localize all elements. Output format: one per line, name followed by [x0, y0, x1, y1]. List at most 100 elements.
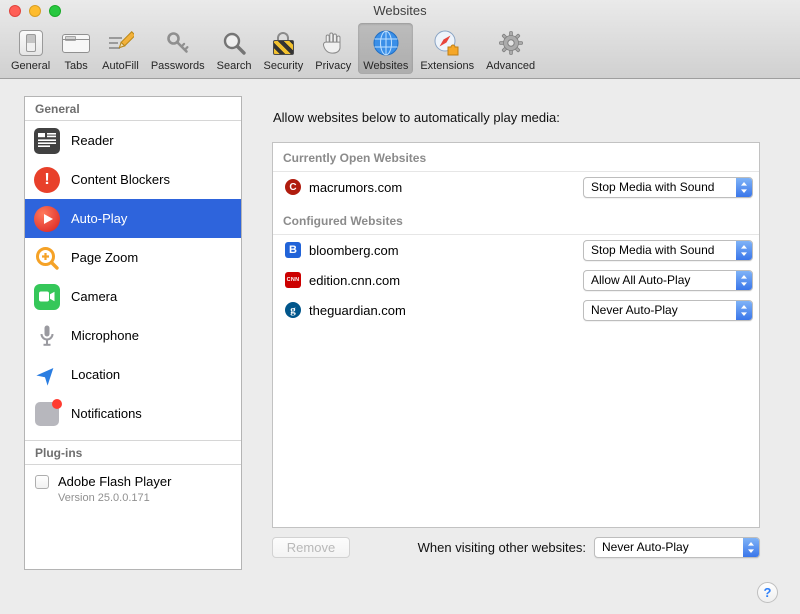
camera-icon [33, 283, 61, 311]
tabs-icon [62, 26, 90, 60]
sidebar-item-label: Page Zoom [71, 250, 138, 265]
other-websites-dropdown[interactable]: Never Auto-Play [594, 537, 760, 558]
notifications-icon [33, 400, 61, 428]
remove-button[interactable]: Remove [272, 537, 350, 558]
dropdown-value: Stop Media with Sound [584, 243, 736, 257]
group-header-configured: Configured Websites [273, 206, 759, 235]
toolbar-label: Extensions [420, 60, 474, 72]
autoplay-policy-dropdown-cnn[interactable]: Allow All Auto-Play [583, 270, 753, 291]
search-icon [221, 26, 247, 60]
group-header-current: Currently Open Websites [273, 143, 759, 172]
minimize-button[interactable] [29, 5, 41, 17]
toolbar-item-search[interactable]: Search [212, 23, 257, 74]
sidebar-item-label: Notifications [71, 406, 142, 421]
website-name: edition.cnn.com [309, 273, 583, 288]
guardian-favicon: g [285, 302, 301, 318]
sidebar-item-label: Reader [71, 133, 114, 148]
toolbar-item-advanced[interactable]: Advanced [481, 23, 540, 74]
plugin-row-adobe-flash: Adobe Flash Player Version 25.0.0.171 [25, 465, 241, 513]
website-row-cnn: CNN edition.cnn.com Allow All Auto-Play [273, 265, 759, 295]
macrumors-favicon: C [285, 179, 301, 195]
sidebar-item-notifications[interactable]: Notifications [25, 394, 241, 433]
toolbar-item-tabs[interactable]: Tabs [57, 23, 95, 74]
autofill-icon [106, 26, 134, 60]
sidebar-item-auto-play[interactable]: Auto-Play [25, 199, 241, 238]
dropdown-arrows-icon [736, 271, 752, 290]
extensions-icon [433, 26, 461, 60]
dropdown-arrows-icon [736, 241, 752, 260]
dropdown-arrows-icon [736, 178, 752, 197]
toolbar-item-privacy[interactable]: Privacy [310, 23, 356, 74]
toolbar-label: Websites [363, 60, 408, 72]
autoplay-policy-dropdown-bloomberg[interactable]: Stop Media with Sound [583, 240, 753, 261]
toolbar-item-general[interactable]: General [6, 23, 55, 74]
sidebar-item-label: Auto-Play [71, 211, 127, 226]
page-zoom-icon [33, 244, 61, 272]
content-blockers-icon: ! [33, 166, 61, 194]
bloomberg-favicon: B [285, 242, 301, 258]
website-name: bloomberg.com [309, 243, 583, 258]
sidebar-item-content-blockers[interactable]: ! Content Blockers [25, 160, 241, 199]
dropdown-value: Allow All Auto-Play [584, 273, 736, 287]
toolbar-label: Advanced [486, 60, 535, 72]
autoplay-policy-dropdown-guardian[interactable]: Never Auto-Play [583, 300, 753, 321]
dropdown-value: Never Auto-Play [595, 540, 743, 554]
sidebar-section-general: General [25, 97, 241, 121]
toolbar-item-passwords[interactable]: Passwords [146, 23, 210, 74]
passwords-icon [165, 26, 191, 60]
other-websites-label: When visiting other websites: [418, 540, 586, 555]
titlebar: Websites [0, 0, 800, 22]
website-name: theguardian.com [309, 303, 583, 318]
sidebar-item-page-zoom[interactable]: Page Zoom [25, 238, 241, 277]
microphone-icon [33, 322, 61, 350]
toolbar-item-security[interactable]: Security [258, 23, 308, 74]
sidebar-item-label: Content Blockers [71, 172, 170, 187]
sidebar-item-label: Location [71, 367, 120, 382]
website-row-bloomberg: B bloomberg.com Stop Media with Sound [273, 235, 759, 265]
toolbar-item-autofill[interactable]: AutoFill [97, 23, 144, 74]
window-title: Websites [0, 0, 800, 22]
toolbar-item-websites[interactable]: Websites [358, 23, 413, 74]
toolbar-label: Search [217, 60, 252, 72]
close-button[interactable] [9, 5, 21, 17]
panel-description: Allow websites below to automatically pl… [273, 110, 560, 125]
auto-play-icon [33, 205, 61, 233]
plugin-name: Adobe Flash Player [58, 474, 171, 489]
website-row-guardian: g theguardian.com Never Auto-Play [273, 295, 759, 325]
toolbar-item-extensions[interactable]: Extensions [415, 23, 479, 74]
toolbar-label: General [11, 60, 50, 72]
dropdown-value: Never Auto-Play [584, 303, 736, 317]
zoom-button[interactable] [49, 5, 61, 17]
sidebar-item-label: Camera [71, 289, 117, 304]
dropdown-value: Stop Media with Sound [584, 180, 736, 194]
sidebar-item-location[interactable]: Location [25, 355, 241, 394]
plugin-info: Adobe Flash Player Version 25.0.0.171 [58, 474, 171, 504]
dropdown-arrows-icon [743, 538, 759, 557]
sidebar-item-reader[interactable]: Reader [25, 121, 241, 160]
website-row-macrumors: C macrumors.com Stop Media with Sound [273, 172, 759, 202]
toolbar-label: Tabs [65, 60, 88, 72]
toolbar-label: Security [263, 60, 303, 72]
bottom-controls: Remove When visiting other websites: Nev… [272, 536, 760, 558]
toolbar-label: Privacy [315, 60, 351, 72]
website-name: macrumors.com [309, 180, 583, 195]
auto-play-panel: Allow websites below to automatically pl… [258, 96, 776, 570]
toolbar-label: AutoFill [102, 60, 139, 72]
help-button[interactable]: ? [757, 582, 778, 603]
autoplay-policy-dropdown-macrumors[interactable]: Stop Media with Sound [583, 177, 753, 198]
general-icon [19, 26, 43, 60]
advanced-icon [498, 26, 524, 60]
plugin-version: Version 25.0.0.171 [58, 492, 171, 504]
flash-player-checkbox[interactable] [35, 475, 49, 489]
sidebar-item-microphone[interactable]: Microphone [25, 316, 241, 355]
sidebar-item-camera[interactable]: Camera [25, 277, 241, 316]
safari-preferences-window: Websites General Tabs [0, 0, 800, 614]
dropdown-arrows-icon [736, 301, 752, 320]
traffic-lights [9, 5, 61, 17]
location-icon [33, 361, 61, 389]
reader-icon [33, 127, 61, 155]
cnn-favicon: CNN [285, 272, 301, 288]
security-icon [273, 26, 294, 60]
preferences-toolbar: General Tabs AutoFill [6, 23, 794, 78]
toolbar-label: Passwords [151, 60, 205, 72]
